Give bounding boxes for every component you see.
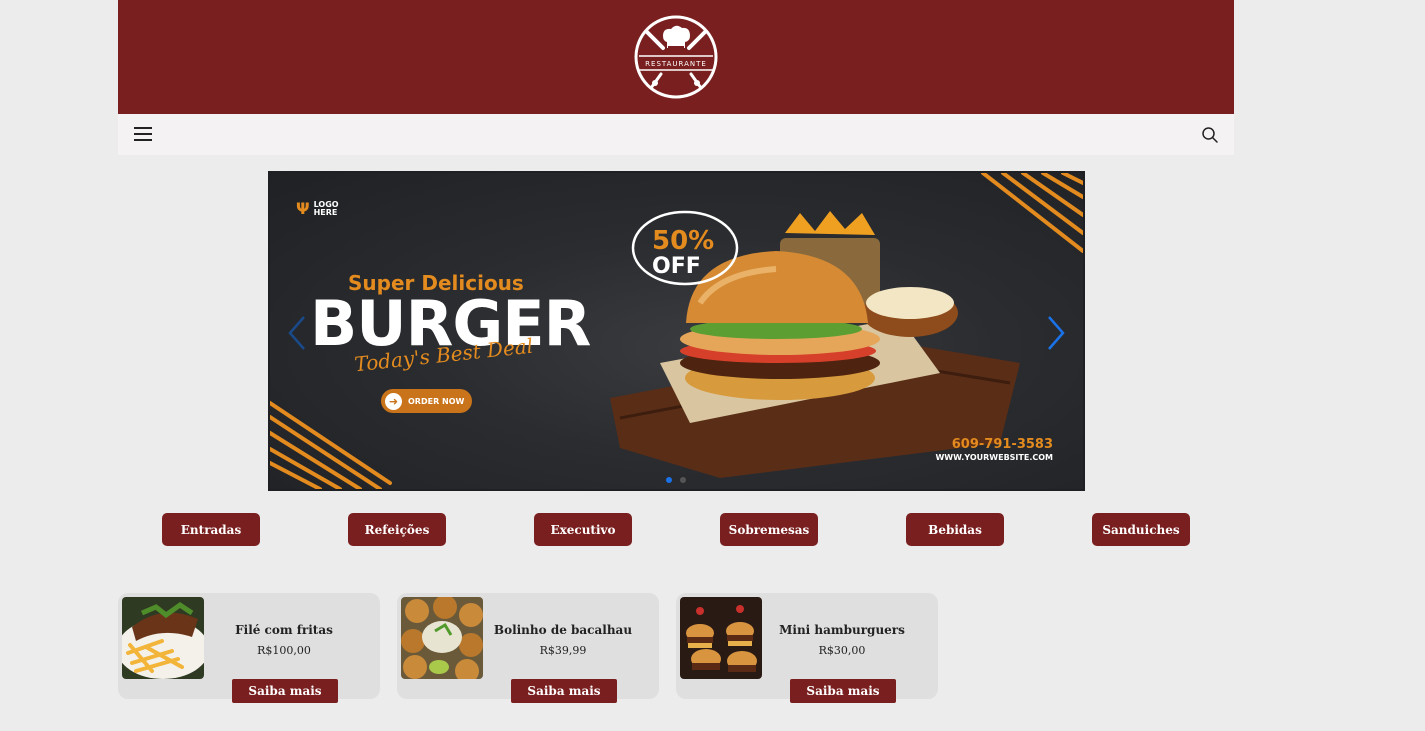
hamburger-menu-icon[interactable] [134, 126, 152, 142]
category-button-bebidas[interactable]: Bebidas [906, 513, 1004, 546]
saiba-mais-button[interactable]: Saiba mais [790, 679, 896, 703]
logo-text: RESTAURANTE [645, 60, 707, 68]
product-card: Bolinho de bacalhau R$39,99 Saiba mais [397, 593, 659, 703]
category-buttons: Entradas Refeições Executivo Sobremesas … [0, 513, 1425, 546]
discount-label: OFF [652, 254, 701, 279]
carousel-dot[interactable] [680, 477, 686, 483]
banner-phone: 609-791-3583 [951, 437, 1053, 452]
fork-knife-icon: Ψ [296, 199, 310, 218]
product-price: R$100,00 [257, 644, 311, 657]
carousel-next-arrow-icon[interactable] [1045, 313, 1067, 353]
banner-logo-line2: HERE [313, 208, 338, 217]
carousel-indicators [666, 477, 686, 483]
category-button-sobremesas[interactable]: Sobremesas [720, 513, 818, 546]
category-button-refeicoes[interactable]: Refeições [348, 513, 446, 546]
product-price: R$30,00 [818, 644, 866, 657]
order-now-label: ORDER NOW [408, 396, 465, 406]
banner-website: WWW.YOURWEBSITE.COM [935, 453, 1053, 462]
restaurant-logo[interactable]: RESTAURANTE [633, 14, 719, 100]
promo-carousel: Ψ LOGO HERE Super Delicious BURGER Today… [268, 171, 1085, 491]
discount-value: 50% [652, 226, 714, 256]
saiba-mais-button[interactable]: Saiba mais [511, 679, 617, 703]
orange-brush-decoration [270, 401, 392, 489]
order-now-button[interactable]: ➜ ORDER NOW [381, 389, 472, 413]
product-card: Filé com fritas R$100,00 Saiba mais [118, 593, 380, 703]
category-button-entradas[interactable]: Entradas [162, 513, 260, 546]
product-name: Bolinho de bacalhau [493, 623, 633, 637]
product-card: Mini hamburguers R$30,00 Saiba mais [676, 593, 938, 703]
discount-badge: 50% OFF [631, 210, 739, 286]
saiba-mais-button[interactable]: Saiba mais [232, 679, 338, 703]
arrow-right-icon: ➜ [385, 392, 402, 410]
product-price: R$39,99 [539, 644, 587, 657]
search-icon[interactable] [1201, 126, 1219, 144]
codfish-balls-photo [401, 597, 483, 679]
site-header: RESTAURANTE [118, 0, 1234, 114]
mini-burgers-photo [680, 597, 762, 679]
banner-logo: Ψ LOGO HERE [296, 201, 339, 217]
carousel-dot[interactable] [666, 477, 672, 483]
carousel-prev-arrow-icon[interactable] [286, 313, 308, 353]
category-button-sanduiches[interactable]: Sanduiches [1092, 513, 1190, 546]
category-button-executivo[interactable]: Executivo [534, 513, 632, 546]
page: RESTAURANTE Ψ LOGO HERE Super Delicious [0, 0, 1425, 731]
product-name: Mini hamburguers [779, 623, 905, 637]
product-name: Filé com fritas [235, 623, 333, 637]
steak-fries-photo [122, 597, 204, 679]
navbar [118, 114, 1234, 155]
